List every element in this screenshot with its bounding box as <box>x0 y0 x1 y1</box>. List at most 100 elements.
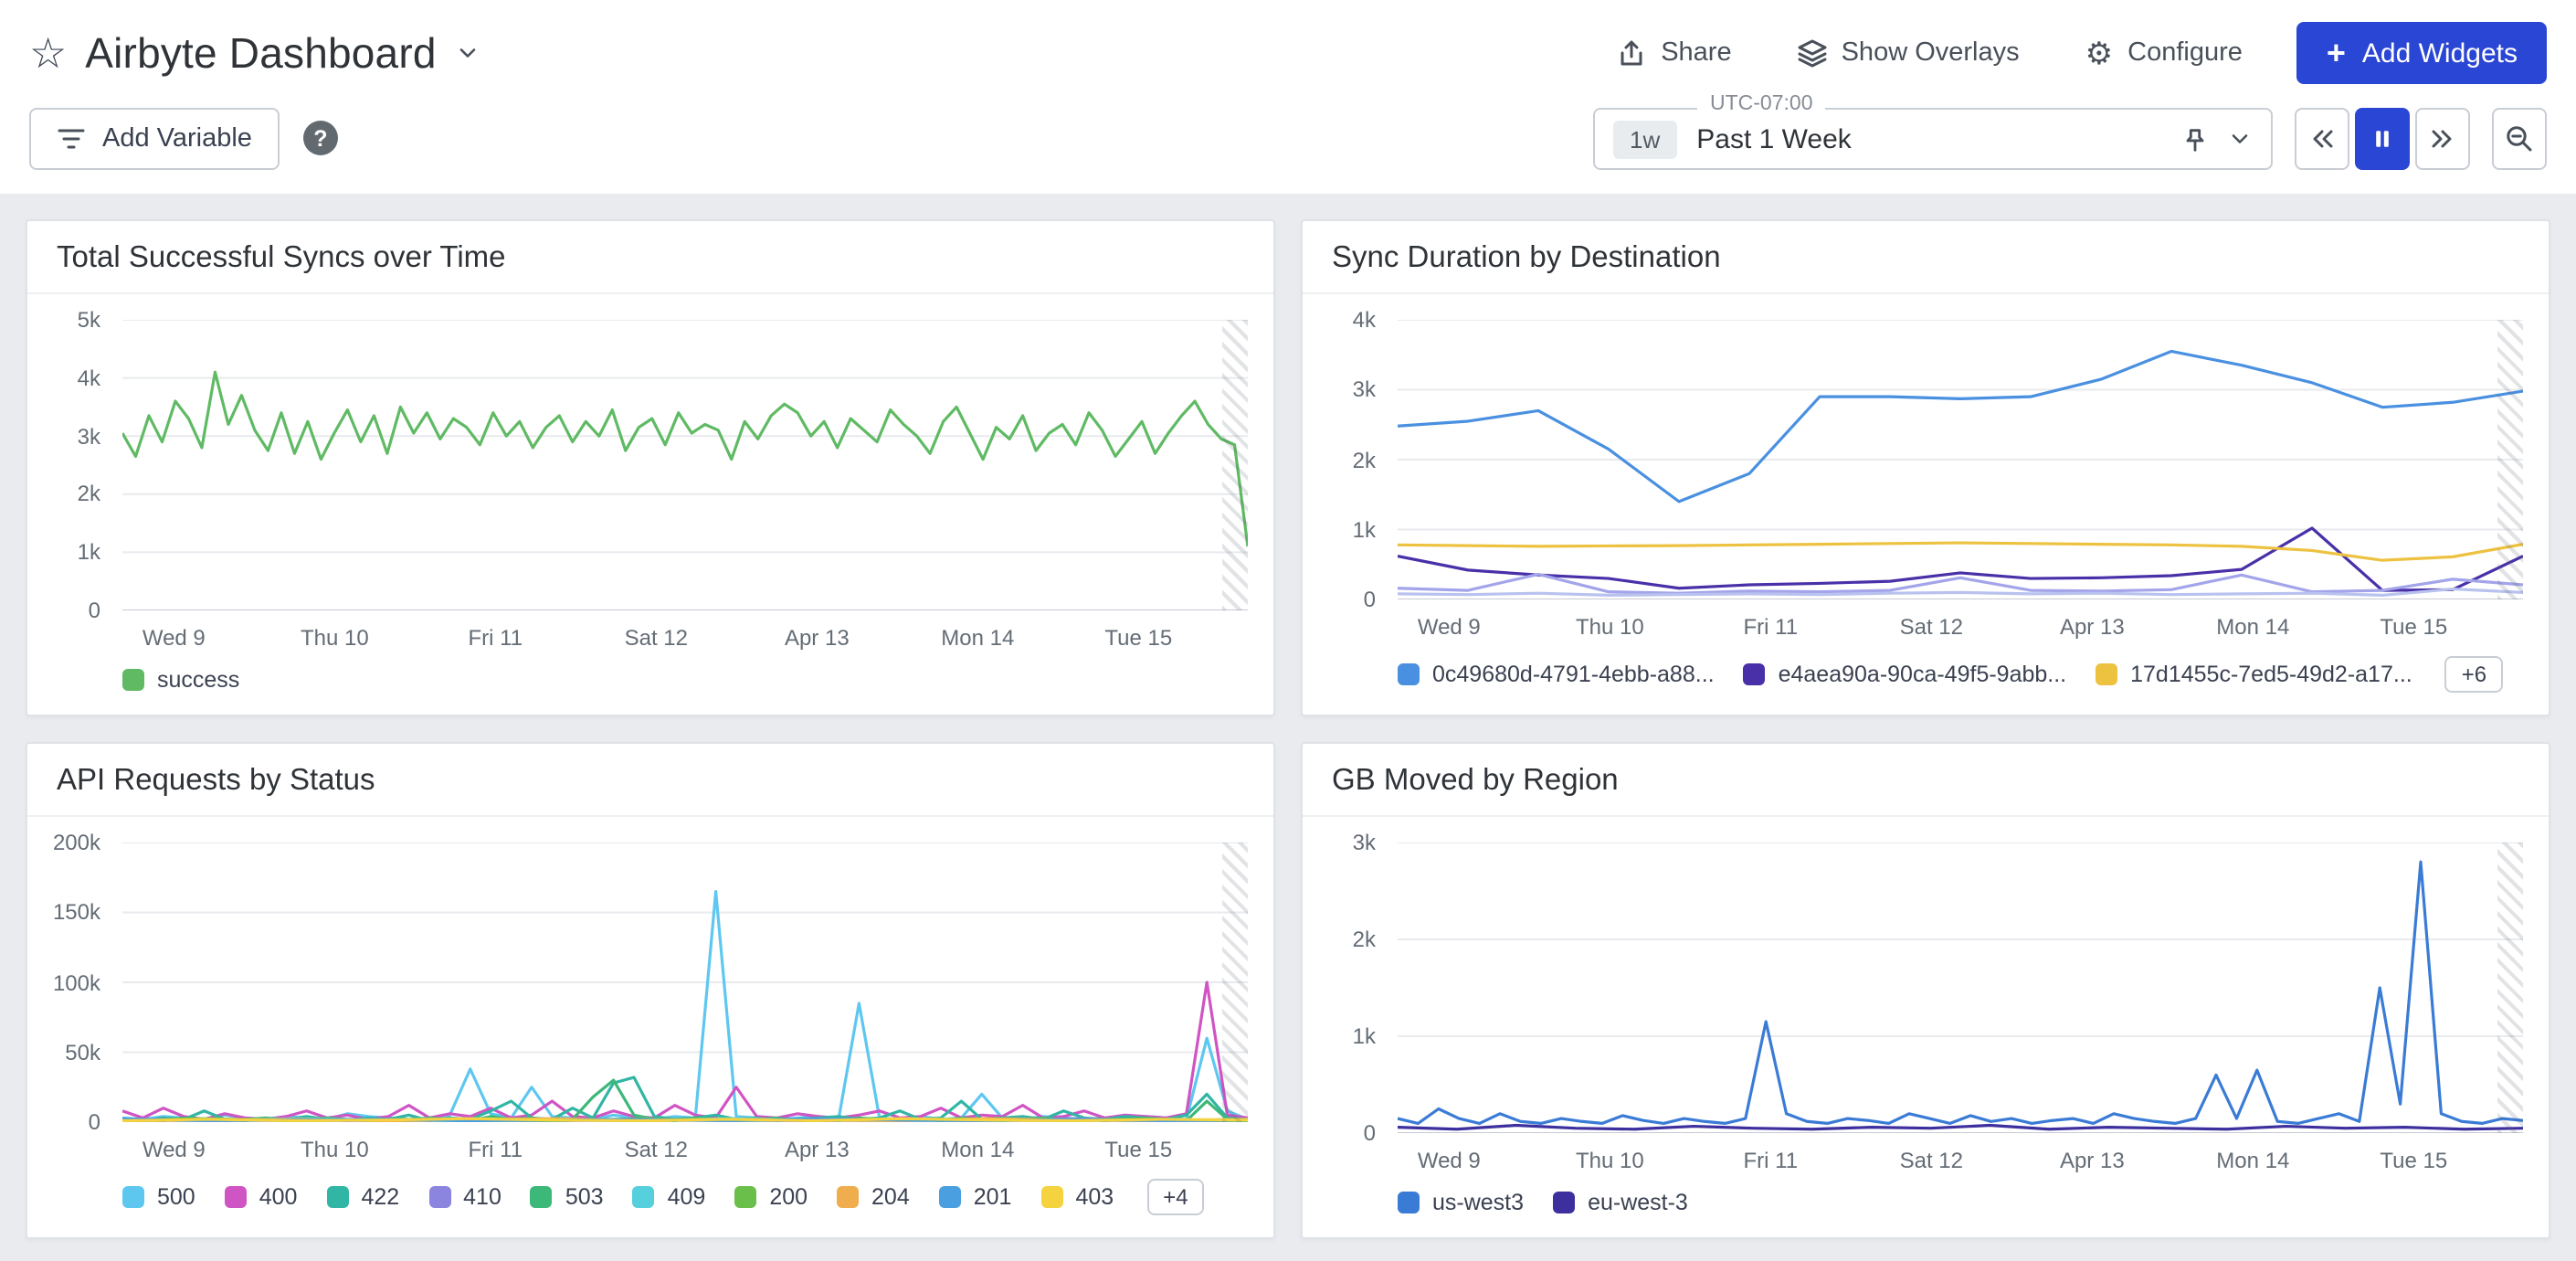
line-chart[interactable] <box>1398 842 2523 1133</box>
y-tick-label: 5k <box>27 307 104 333</box>
y-axis: 01k2k3k4k5k <box>38 320 115 610</box>
x-tick-label: Sat 12 <box>1900 1148 1963 1173</box>
y-axis: 01k2k3k <box>1314 842 1390 1133</box>
line-chart[interactable] <box>122 320 1248 610</box>
legend-item[interactable]: 422 <box>326 1184 399 1210</box>
legend-swatch <box>734 1186 756 1208</box>
legend-item[interactable]: eu-west-3 <box>1553 1190 1688 1215</box>
x-tick-label: Wed 9 <box>1418 614 1481 640</box>
legend-overflow-badge[interactable]: +6 <box>2445 656 2503 693</box>
legend-item[interactable]: 409 <box>633 1184 706 1210</box>
time-controls: UTC-07:00 1w Past 1 Week <box>1593 108 2547 170</box>
title-chevron-down-icon[interactable] <box>455 40 480 66</box>
widget-card: Total Successful Syncs over Time 01k2k3k… <box>26 219 1275 716</box>
time-range-picker[interactable]: UTC-07:00 1w Past 1 Week <box>1593 108 2273 170</box>
y-tick-label: 1k <box>27 539 104 565</box>
y-tick-label: 2k <box>27 482 104 507</box>
x-tick-label: Fri 11 <box>469 625 523 651</box>
legend-item[interactable]: 201 <box>939 1184 1012 1210</box>
legend-item[interactable]: 17d1455c-7ed5-49d2-a17... <box>2096 662 2412 687</box>
legend-swatch <box>1744 663 1766 685</box>
show-overlays-label: Show Overlays <box>1842 38 2020 68</box>
zoom-out-button[interactable] <box>2492 108 2547 170</box>
pin-icon[interactable] <box>2181 125 2209 153</box>
legend-item[interactable]: 403 <box>1040 1184 1114 1210</box>
chart-body: 01k2k3k Wed 9Thu 10Fri 11Sat 12Apr 13Mon… <box>1314 832 2523 1177</box>
header-row-1: ☆ Airbyte Dashboard Share Show Overlays <box>29 20 2547 86</box>
widget-grid: Total Successful Syncs over Time 01k2k3k… <box>0 194 2576 1261</box>
x-tick-label: Fri 11 <box>1744 614 1799 640</box>
add-widgets-button[interactable]: + Add Widgets <box>2297 22 2547 84</box>
legend-item[interactable]: us-west3 <box>1398 1190 1524 1215</box>
legend-item[interactable]: 503 <box>531 1184 604 1210</box>
y-tick-label: 2k <box>1303 447 1379 472</box>
x-tick-label: Sat 12 <box>1900 614 1963 640</box>
chart-body: 050k100k150k200k Wed 9Thu 10Fri 11Sat 12… <box>38 832 1248 1166</box>
widget-card: GB Moved by Region 01k2k3k Wed 9Thu 10Fr… <box>1301 742 2550 1239</box>
line-chart[interactable] <box>1398 320 2523 599</box>
legend: 500 400 422 410 503 409 200 204 201 403 +4 <box>27 1166 1273 1237</box>
legend-item[interactable]: success <box>122 667 239 693</box>
legend-label: 500 <box>157 1184 195 1210</box>
x-tick-label: Sat 12 <box>625 1137 688 1162</box>
legend-swatch <box>939 1186 961 1208</box>
time-backward-button[interactable] <box>2295 108 2349 170</box>
y-tick-label: 3k <box>1303 830 1379 855</box>
y-tick-label: 1k <box>1303 1023 1379 1049</box>
y-tick-label: 0 <box>1303 587 1379 612</box>
picker-icons <box>2181 125 2253 153</box>
picker-chevron-down-icon[interactable] <box>2227 126 2253 152</box>
x-tick-label: Fri 11 <box>1744 1148 1799 1173</box>
legend-label: 409 <box>668 1184 706 1210</box>
y-axis: 050k100k150k200k <box>38 842 115 1122</box>
legend-overflow-badge[interactable]: +4 <box>1146 1179 1204 1215</box>
line-chart[interactable] <box>122 842 1248 1122</box>
dashboard-page: ☆ Airbyte Dashboard Share Show Overlays <box>0 0 2576 1261</box>
time-forward-button[interactable] <box>2415 108 2470 170</box>
configure-button[interactable]: ⚙ Configure <box>2085 37 2243 69</box>
share-icon <box>1617 38 1646 68</box>
y-tick-label: 50k <box>27 1040 104 1065</box>
plot-area[interactable] <box>1398 842 2523 1133</box>
plot-area[interactable] <box>1398 320 2523 599</box>
legend-item[interactable]: 500 <box>122 1184 195 1210</box>
y-tick-label: 4k <box>27 366 104 391</box>
x-axis: Wed 9Thu 10Fri 11Sat 12Apr 13Mon 14Tue 1… <box>122 618 1248 654</box>
legend-item[interactable]: 200 <box>734 1184 808 1210</box>
legend-item[interactable]: e4aea90a-90ca-49f5-9abb... <box>1744 662 2067 687</box>
legend-label: success <box>157 667 239 693</box>
chart-body: 01k2k3k4k5k Wed 9Thu 10Fri 11Sat 12Apr 1… <box>38 309 1248 654</box>
legend-item[interactable]: 400 <box>225 1184 298 1210</box>
legend-item[interactable]: 410 <box>428 1184 501 1210</box>
legend-label: 201 <box>974 1184 1012 1210</box>
y-tick-label: 0 <box>27 1109 104 1135</box>
legend-swatch <box>122 669 144 691</box>
plot-area[interactable] <box>122 320 1248 610</box>
legend-label: e4aea90a-90ca-49f5-9abb... <box>1779 662 2067 687</box>
x-tick-label: Tue 15 <box>1104 1137 1172 1162</box>
share-button[interactable]: Share <box>1617 38 1731 68</box>
pause-live-button[interactable] <box>2355 108 2410 170</box>
header-row-2: Add Variable ? UTC-07:00 1w Past 1 Week <box>29 108 2547 170</box>
y-tick-label: 0 <box>1303 1120 1379 1146</box>
time-range-chip[interactable]: 1w <box>1613 120 1676 158</box>
legend-swatch <box>2096 663 2117 685</box>
chart-title: GB Moved by Region <box>1303 744 2549 817</box>
plot-area[interactable] <box>122 842 1248 1122</box>
legend-item[interactable]: 204 <box>837 1184 910 1210</box>
legend-label: 17d1455c-7ed5-49d2-a17... <box>2130 662 2412 687</box>
legend: success <box>27 654 1273 715</box>
legend-label: 422 <box>361 1184 399 1210</box>
y-tick-label: 1k <box>1303 517 1379 543</box>
chart-body: 01k2k3k4k Wed 9Thu 10Fri 11Sat 12Apr 13M… <box>1314 309 2523 643</box>
x-tick-label: Fri 11 <box>469 1137 523 1162</box>
legend-swatch <box>1040 1186 1062 1208</box>
configure-label: Configure <box>2127 38 2243 68</box>
add-variable-button[interactable]: Add Variable <box>29 108 280 170</box>
help-icon[interactable]: ? <box>303 121 338 155</box>
x-tick-label: Tue 15 <box>1104 625 1172 651</box>
legend-item[interactable]: 0c49680d-4791-4ebb-a88... <box>1398 662 1715 687</box>
favorite-star-icon[interactable]: ☆ <box>29 32 67 74</box>
show-overlays-button[interactable]: Show Overlays <box>1798 38 2020 68</box>
y-tick-label: 0 <box>27 598 104 623</box>
